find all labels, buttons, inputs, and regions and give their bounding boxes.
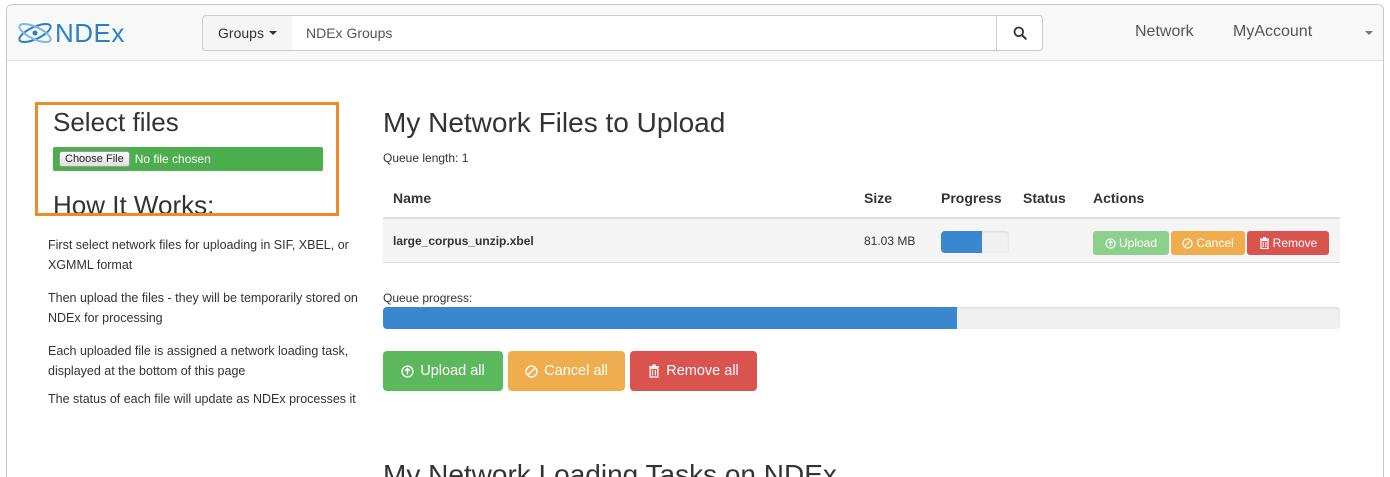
trash-icon bbox=[649, 364, 660, 378]
ban-icon bbox=[1182, 237, 1193, 249]
logo-text: NDEx bbox=[55, 17, 125, 48]
loading-tasks-heading-clip: My Network Loading Tasks on NDEx bbox=[383, 457, 983, 477]
column-header-status: Status bbox=[1023, 190, 1066, 206]
account-chevron-down-icon[interactable] bbox=[1365, 31, 1373, 35]
nav-link-network[interactable]: Network bbox=[1135, 23, 1194, 41]
navbar: NDEx Groups Network MyAccount bbox=[7, 5, 1383, 61]
upload-all-label: Upload all bbox=[420, 363, 485, 379]
file-status-text: No file chosen bbox=[134, 152, 211, 166]
nav-link-myaccount[interactable]: MyAccount bbox=[1233, 23, 1312, 41]
logo-icon bbox=[18, 22, 52, 44]
file-input[interactable]: Choose File No file chosen bbox=[53, 147, 323, 171]
queue-length: Queue length: 1 bbox=[383, 151, 469, 165]
cancel-all-button[interactable]: Cancel all bbox=[508, 351, 625, 391]
upload-all-button[interactable]: Upload all bbox=[383, 351, 503, 391]
search-button[interactable] bbox=[996, 15, 1043, 51]
queue-progress-fill bbox=[383, 307, 958, 329]
help-step-2: Then upload the files - they will be tem… bbox=[48, 291, 358, 325]
file-size-cell: 81.03 MB bbox=[864, 234, 916, 248]
select-files-heading: Select files bbox=[53, 107, 179, 137]
how-it-works-heading-clip: How It Works: bbox=[53, 185, 337, 213]
remove-button-label: Remove bbox=[1272, 236, 1318, 250]
upload-button-label: Upload bbox=[1118, 236, 1158, 250]
help-step-4: The status of each file will update as N… bbox=[48, 392, 356, 406]
file-progress-bar bbox=[941, 231, 1009, 253]
browser-frame: NDEx Groups Network MyAccount Select fil… bbox=[6, 4, 1384, 477]
remove-all-button[interactable]: Remove all bbox=[630, 351, 757, 391]
groups-dropdown-button[interactable]: Groups bbox=[202, 15, 293, 51]
queue-progress-label: Queue progress: bbox=[383, 291, 473, 305]
chevron-down-icon bbox=[268, 31, 277, 35]
cancel-all-label: Cancel all bbox=[544, 363, 608, 379]
search-icon bbox=[1013, 26, 1027, 40]
remove-button[interactable]: Remove bbox=[1247, 231, 1329, 255]
groups-label: Groups bbox=[218, 25, 264, 41]
help-step-1: First select network files for uploading… bbox=[48, 238, 349, 272]
cancel-button-label: Cancel bbox=[1196, 236, 1234, 250]
page-title: My Network Files to Upload bbox=[383, 107, 726, 138]
search-input[interactable] bbox=[292, 15, 997, 51]
ndex-logo[interactable]: NDEx bbox=[15, 15, 125, 51]
file-name-cell: large_corpus_unzip.xbel bbox=[393, 234, 534, 248]
help-step-3: Each uploaded file is assigned a network… bbox=[48, 344, 349, 378]
column-header-size: Size bbox=[864, 190, 893, 206]
how-it-works-heading: How It Works: bbox=[53, 190, 215, 213]
ban-icon bbox=[525, 364, 538, 378]
upload-button[interactable]: Upload bbox=[1093, 231, 1169, 255]
column-header-name: Name bbox=[393, 190, 432, 206]
column-header-actions: Actions bbox=[1093, 190, 1145, 206]
remove-all-label: Remove all bbox=[666, 363, 739, 379]
choose-file-button[interactable]: Choose File bbox=[59, 151, 130, 167]
loading-tasks-heading: My Network Loading Tasks on NDEx bbox=[383, 459, 837, 477]
file-progress-fill bbox=[941, 231, 982, 253]
upload-circle-icon bbox=[1105, 237, 1116, 249]
cancel-button[interactable]: Cancel bbox=[1171, 231, 1245, 255]
upload-circle-icon bbox=[401, 364, 414, 378]
column-header-progress: Progress bbox=[941, 190, 1002, 206]
trash-icon bbox=[1259, 237, 1269, 249]
queue-progress-bar bbox=[383, 307, 1340, 329]
